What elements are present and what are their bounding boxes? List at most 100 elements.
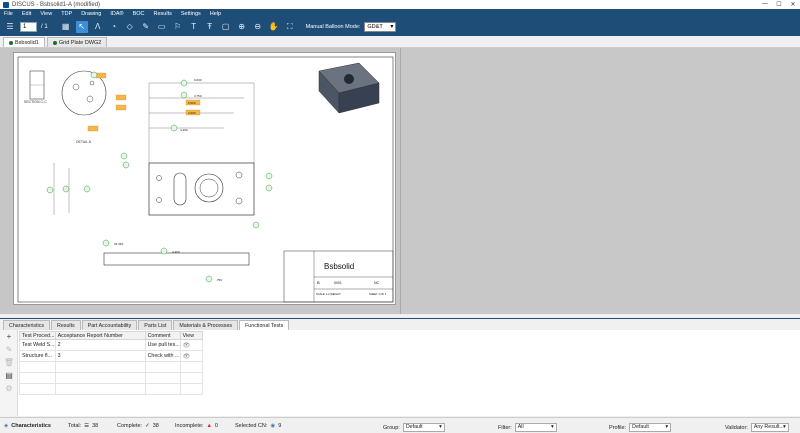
minimize-button[interactable]: — bbox=[758, 1, 772, 8]
flag-tool-icon[interactable]: ⚐ bbox=[172, 21, 184, 33]
profile-control: Profile: Default bbox=[609, 423, 672, 432]
drawing-size: B bbox=[317, 280, 320, 285]
menu-settings[interactable]: Settings bbox=[181, 11, 201, 17]
complete-label: Complete: bbox=[117, 423, 143, 429]
warning-icon: ▲ bbox=[206, 423, 212, 429]
cell-procedure[interactable]: Structure fl... bbox=[19, 350, 56, 362]
rectangle-tool-icon[interactable]: ▭ bbox=[156, 21, 168, 33]
menu-results[interactable]: Results bbox=[154, 11, 172, 17]
grid-tool-column: + ✎ 🗑 ▤ ⚙ bbox=[0, 330, 18, 416]
menu-ida[interactable]: IDA® bbox=[110, 11, 123, 17]
tab-parts-list[interactable]: Parts List bbox=[138, 320, 173, 330]
total-value: 38 bbox=[92, 423, 99, 429]
tab-bsbsolid1[interactable]: Bsbsolid1 bbox=[3, 37, 45, 47]
tab-label: Bsbsolid1 bbox=[15, 39, 39, 46]
menu-drawing[interactable]: Drawing bbox=[81, 11, 101, 17]
filter-select[interactable]: All bbox=[514, 423, 557, 432]
window-controls: — ☐ ✕ bbox=[758, 1, 800, 8]
dim-label: 2.000 bbox=[188, 111, 196, 115]
characteristics-section[interactable]: ◈ Characteristics bbox=[4, 423, 51, 429]
report-icon[interactable]: ▤ bbox=[0, 369, 18, 382]
add-icon[interactable]: + bbox=[0, 330, 18, 343]
cell-procedure[interactable]: Test Weld S... bbox=[19, 339, 56, 351]
pan-hand-icon[interactable]: ✋ bbox=[268, 21, 280, 33]
tab-label: Grid Plate DWG2 bbox=[58, 39, 102, 46]
zoom-in-icon[interactable]: ⊕ bbox=[236, 21, 248, 33]
grid-view-icon[interactable]: ▦ bbox=[60, 21, 72, 33]
menu-boc[interactable]: BOC bbox=[133, 11, 145, 17]
drawing-canvas[interactable]: SECTION C-C DETAIL A Bsbsolid B 0001 NC … bbox=[0, 48, 800, 314]
lasso-tool-icon[interactable]: ◔ bbox=[108, 21, 120, 33]
hamburger-menu-icon[interactable]: ☰ bbox=[4, 21, 16, 33]
page-number-input[interactable]: 1 bbox=[20, 22, 37, 32]
table-row[interactable]: Structure fl... 3 Check with ... 👁 bbox=[19, 350, 203, 362]
dim-label: 4.400 bbox=[172, 250, 180, 254]
zoom-out-icon[interactable]: ⊖ bbox=[252, 21, 264, 33]
functional-tests-table: Test Proced... Acceptance Report Number … bbox=[19, 331, 203, 395]
balloon-tool-icon[interactable]: Ʌ bbox=[92, 21, 104, 33]
dim-label: 9.000 bbox=[194, 78, 202, 82]
characteristics-icon: ◈ bbox=[4, 423, 9, 429]
balloon-mode-select[interactable]: GD&T bbox=[364, 22, 397, 32]
select-cursor-icon[interactable]: ↖ bbox=[75, 21, 88, 33]
incomplete-value: 0 bbox=[214, 423, 218, 429]
settings-icon[interactable]: ⚙ bbox=[0, 382, 18, 395]
close-button[interactable]: ✕ bbox=[786, 1, 800, 8]
cell-comment[interactable]: Use pull tes... bbox=[144, 339, 181, 351]
drawing-sheet-label: SHEET 1 OF 1 bbox=[369, 292, 387, 296]
menu-view[interactable]: View bbox=[40, 11, 52, 17]
pencil-tool-icon[interactable]: ✎ bbox=[140, 21, 152, 33]
functional-tests-panel: + ✎ 🗑 ▤ ⚙ Test Proced... Acceptance Repo… bbox=[0, 330, 800, 416]
tab-materials-processes[interactable]: Materials & Processes bbox=[173, 320, 239, 330]
status-bar: ◈ Characteristics Total: ☰ 38 Complete: … bbox=[0, 417, 800, 433]
drawing-revision: NC bbox=[374, 281, 380, 285]
fit-view-icon[interactable]: ⛶ bbox=[284, 21, 296, 33]
table-row[interactable]: Test Weld S... 2 Use pull tes... 👁 bbox=[19, 339, 203, 351]
total-count: Total: ☰ 38 bbox=[68, 423, 98, 429]
validator-select[interactable]: Any Result... bbox=[750, 423, 789, 432]
tab-characteristics[interactable]: Characteristics bbox=[3, 320, 51, 330]
tab-results[interactable]: Results bbox=[51, 320, 81, 330]
list-icon: ☰ bbox=[84, 423, 90, 429]
tab-functional-tests[interactable]: Functional Tests bbox=[239, 320, 290, 330]
selected-count: Selected CN: ◉ 9 bbox=[235, 423, 281, 429]
tab-part-accountability[interactable]: Part Accountability bbox=[81, 320, 138, 330]
menu-edit[interactable]: Edit bbox=[22, 11, 31, 17]
dim-label: 33 3PL bbox=[114, 242, 124, 246]
bottom-panel-tabs: Characteristics Results Part Accountabil… bbox=[0, 318, 800, 330]
comment-tool-icon[interactable]: ▢ bbox=[220, 21, 232, 33]
menu-tdp[interactable]: TDP bbox=[61, 11, 72, 17]
checkmark-icon: ✓ bbox=[145, 423, 150, 429]
drawing-scale: SCALE: 1:2 WEIGHT: bbox=[316, 292, 341, 296]
shape-tool-icon[interactable]: ◇ bbox=[124, 21, 136, 33]
delete-icon[interactable]: 🗑 bbox=[0, 356, 18, 369]
menu-bar: File Edit View TDP Drawing IDA® BOC Resu… bbox=[0, 9, 800, 18]
document-status-icon bbox=[52, 40, 57, 45]
view-eye-icon[interactable]: 👁 bbox=[183, 354, 191, 360]
filter-label: Filter: bbox=[498, 424, 512, 431]
complete-value: 38 bbox=[152, 423, 159, 429]
dim-label: .750 bbox=[216, 278, 222, 282]
text-tool-icon[interactable]: T bbox=[188, 21, 200, 33]
maximize-button[interactable]: ☐ bbox=[772, 1, 786, 8]
column-header[interactable]: View bbox=[179, 331, 203, 340]
column-header[interactable]: Comment bbox=[144, 331, 181, 340]
group-select[interactable]: Default bbox=[402, 423, 445, 432]
text-box-tool-icon[interactable]: Ŧ bbox=[204, 21, 216, 33]
view-eye-icon[interactable]: 👁 bbox=[183, 343, 191, 349]
cell-comment[interactable]: Check with ... bbox=[144, 350, 181, 362]
table-row bbox=[19, 361, 203, 373]
title-bar: DISCUS - Bsbsolid1-A (modified) — ☐ ✕ bbox=[0, 0, 800, 9]
cell-number[interactable]: 2 bbox=[54, 339, 146, 351]
table-row bbox=[19, 383, 203, 395]
cell-number[interactable]: 3 bbox=[54, 350, 146, 362]
section-label: Characteristics bbox=[11, 423, 51, 429]
edit-icon[interactable]: ✎ bbox=[0, 343, 18, 356]
drawing-sheet[interactable]: SECTION C-C DETAIL A Bsbsolid B 0001 NC … bbox=[13, 52, 396, 305]
column-header[interactable]: Acceptance Report Number bbox=[54, 331, 146, 340]
tab-grid-plate-dwg2[interactable]: Grid Plate DWG2 bbox=[46, 37, 108, 47]
menu-file[interactable]: File bbox=[4, 11, 13, 17]
menu-help[interactable]: Help bbox=[210, 11, 221, 17]
profile-select[interactable]: Default bbox=[629, 423, 672, 432]
column-header[interactable]: Test Proced... bbox=[19, 331, 56, 340]
